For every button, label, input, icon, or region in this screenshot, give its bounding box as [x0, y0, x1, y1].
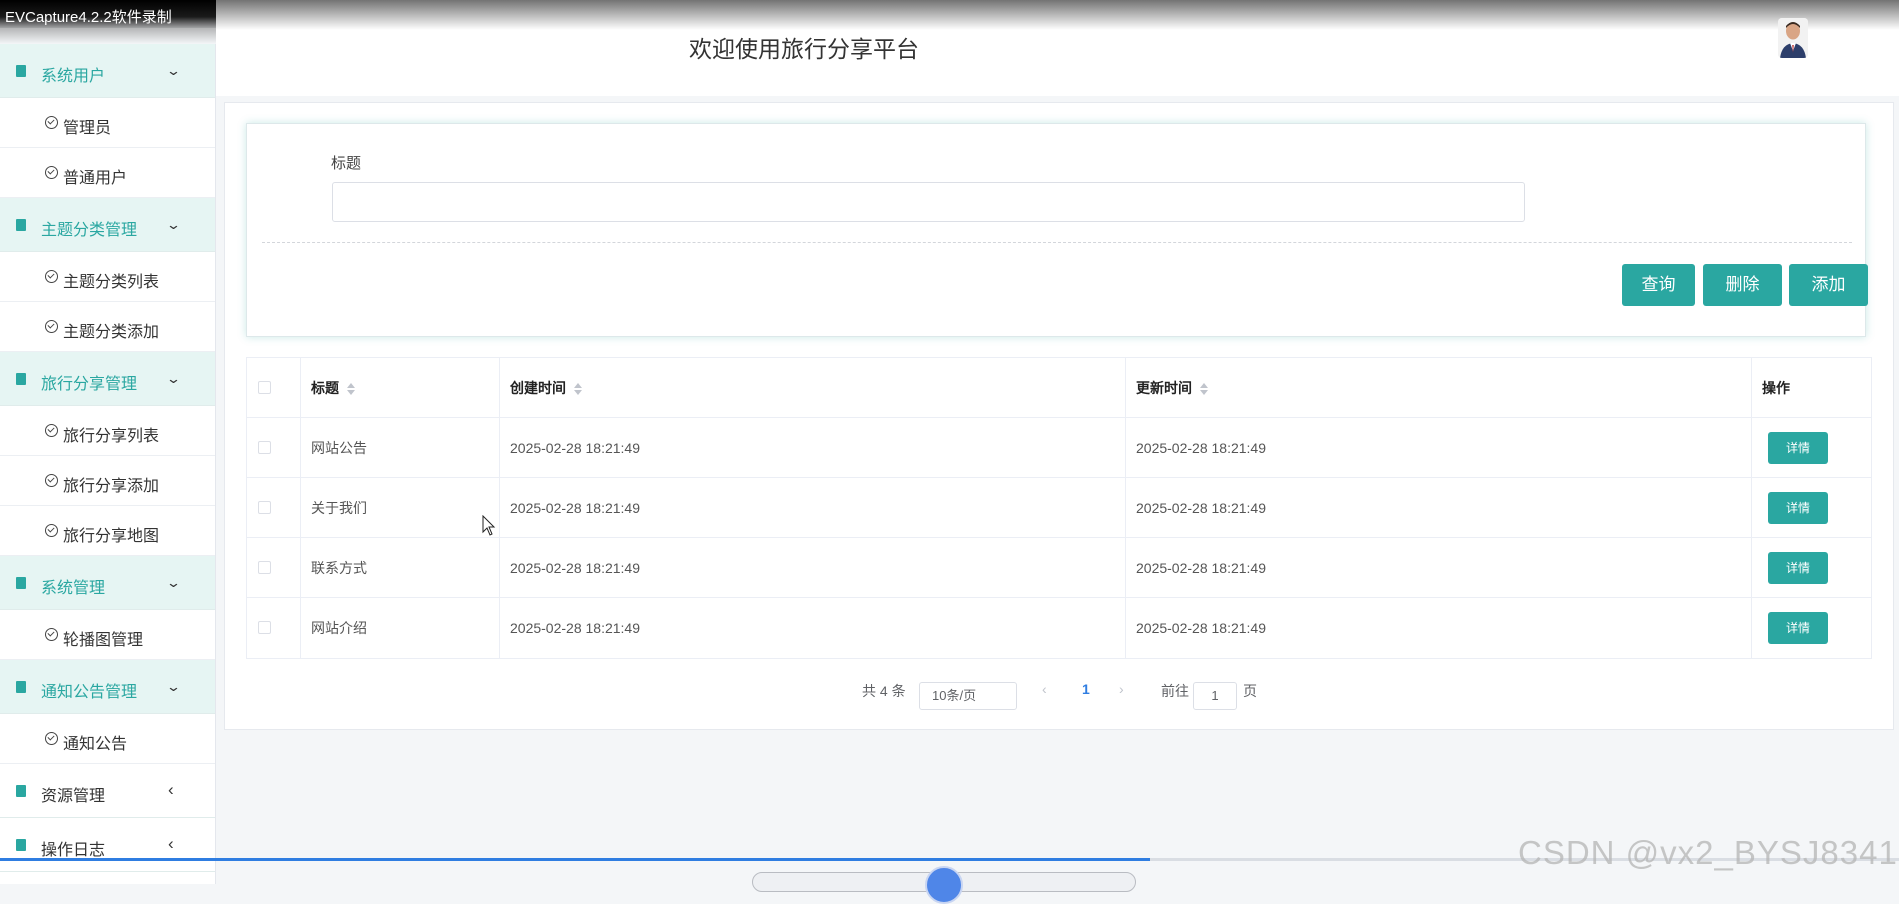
chevron-down-icon: ⌄: [165, 63, 182, 78]
column-header-updated[interactable]: 更新时间: [1126, 358, 1752, 418]
avatar[interactable]: [1778, 18, 1808, 58]
sidebar-item-share-add[interactable]: 旅行分享添加: [0, 456, 215, 506]
detail-button[interactable]: 详情: [1768, 432, 1828, 464]
sidebar-group-logs[interactable]: 操作日志 ‹: [0, 818, 215, 872]
add-button[interactable]: 添加: [1789, 264, 1868, 306]
watermark: CSDN @vx2_BYSJ8341: [1518, 834, 1898, 871]
chevron-down-icon: ⌄: [165, 371, 182, 386]
row-checkbox[interactable]: [258, 621, 271, 634]
document-icon: [16, 839, 26, 851]
sidebar-item-category-list[interactable]: 主题分类列表: [0, 252, 215, 302]
sidebar-item-notice[interactable]: 通知公告: [0, 714, 215, 764]
check-circle-icon: [45, 524, 58, 537]
recorder-title: EVCapture4.2.2软件录制: [5, 9, 172, 26]
sidebar-group-resources[interactable]: 资源管理 ‹: [0, 764, 215, 818]
row-title: 关于我们: [301, 478, 500, 538]
row-title: 网站介绍: [301, 598, 500, 658]
goto-suffix: 页: [1243, 683, 1257, 699]
check-circle-icon: [45, 166, 58, 179]
sidebar-item-users[interactable]: 普通用户: [0, 148, 215, 198]
check-circle-icon: [45, 628, 58, 641]
sidebar-item-admin[interactable]: 管理员: [0, 98, 215, 148]
sort-icon[interactable]: [347, 383, 355, 396]
title-field-label: 标题: [331, 155, 362, 172]
check-circle-icon: [45, 474, 58, 487]
row-created: 2025-02-28 18:21:49: [500, 478, 1126, 538]
chevron-down-icon: ⌄: [165, 575, 182, 590]
row-checkbox[interactable]: [258, 441, 271, 454]
page-number-current[interactable]: 1: [1082, 681, 1090, 697]
row-title: 网站公告: [301, 418, 500, 478]
prev-page-icon[interactable]: ‹: [1042, 681, 1047, 697]
sidebar-group-system-users[interactable]: 系统用户 ⌄: [0, 44, 215, 98]
sidebar-group-notice[interactable]: 通知公告管理 ⌄: [0, 660, 215, 714]
page-size-select[interactable]: 10条/页: [919, 682, 1017, 710]
detail-button[interactable]: 详情: [1768, 492, 1828, 524]
play-icon[interactable]: [925, 866, 963, 904]
sidebar-item-category-add[interactable]: 主题分类添加: [0, 302, 215, 352]
top-header: 欢迎使用旅行分享平台: [216, 0, 1899, 96]
chevron-left-icon: ‹: [168, 834, 174, 853]
row-created: 2025-02-28 18:21:49: [500, 418, 1126, 478]
row-title: 联系方式: [301, 538, 500, 598]
sort-icon[interactable]: [574, 383, 582, 396]
pagination-total: 共 4 条: [862, 683, 906, 699]
row-updated: 2025-02-28 18:21:49: [1126, 598, 1752, 658]
divider: [262, 242, 1852, 243]
table-row: 网站公告 2025-02-28 18:21:49 2025-02-28 18:2…: [247, 418, 1871, 478]
sidebar-group-travel-share[interactable]: 旅行分享管理 ⌄: [0, 352, 215, 406]
check-circle-icon: [45, 116, 58, 129]
sidebar: 系统用户 ⌄ 管理员 普通用户 主题分类管理 ⌄ 主题分类列表 主题分类添加 旅…: [0, 44, 216, 884]
table-row: 联系方式 2025-02-28 18:21:49 2025-02-28 18:2…: [247, 538, 1871, 598]
sidebar-item-share-list[interactable]: 旅行分享列表: [0, 406, 215, 456]
next-page-icon[interactable]: ›: [1119, 681, 1124, 697]
document-icon: [16, 65, 26, 77]
row-created: 2025-02-28 18:21:49: [500, 598, 1126, 658]
goto-page-input[interactable]: 1: [1193, 682, 1237, 710]
page-title: 欢迎使用旅行分享平台: [689, 36, 919, 62]
main-panel: 标题 查询 删除 添加 标题 创建时间 更新时间 操作 网站公告 2025-02…: [224, 102, 1894, 730]
check-circle-icon: [45, 732, 58, 745]
select-all-checkbox[interactable]: [258, 381, 271, 394]
row-updated: 2025-02-28 18:21:49: [1126, 538, 1752, 598]
data-table: 标题 创建时间 更新时间 操作 网站公告 2025-02-28 18:21:49…: [246, 357, 1872, 659]
row-created: 2025-02-28 18:21:49: [500, 538, 1126, 598]
column-header-created[interactable]: 创建时间: [500, 358, 1126, 418]
document-icon: [16, 373, 26, 385]
column-header-title[interactable]: 标题: [301, 358, 500, 418]
check-circle-icon: [45, 424, 58, 437]
table-row: 网站介绍 2025-02-28 18:21:49 2025-02-28 18:2…: [247, 598, 1871, 658]
row-checkbox[interactable]: [258, 561, 271, 574]
goto-label: 前往: [1161, 683, 1189, 699]
row-updated: 2025-02-28 18:21:49: [1126, 478, 1752, 538]
column-header-action: 操作: [1762, 380, 1790, 396]
detail-button[interactable]: 详情: [1768, 552, 1828, 584]
chevron-left-icon: ‹: [168, 780, 174, 799]
sidebar-group-topic-category[interactable]: 主题分类管理 ⌄: [0, 198, 215, 252]
row-checkbox[interactable]: [258, 501, 271, 514]
mouse-cursor-icon: [482, 515, 496, 536]
detail-button[interactable]: 详情: [1768, 612, 1828, 644]
title-search-input[interactable]: [332, 182, 1525, 222]
sidebar-item-carousel[interactable]: 轮播图管理: [0, 610, 215, 660]
sort-icon[interactable]: [1200, 383, 1208, 396]
search-form: 标题 查询 删除 添加: [246, 123, 1868, 337]
chevron-down-icon: ⌄: [165, 217, 182, 232]
delete-button[interactable]: 删除: [1703, 264, 1782, 306]
chevron-down-icon: ⌄: [165, 679, 182, 694]
document-icon: [16, 577, 26, 589]
row-updated: 2025-02-28 18:21:49: [1126, 418, 1752, 478]
check-circle-icon: [45, 270, 58, 283]
query-button[interactable]: 查询: [1622, 264, 1695, 306]
sidebar-item-share-map[interactable]: 旅行分享地图: [0, 506, 215, 556]
check-circle-icon: [45, 320, 58, 333]
document-icon: [16, 219, 26, 231]
sidebar-group-system-admin[interactable]: 系统管理 ⌄: [0, 556, 215, 610]
document-icon: [16, 681, 26, 693]
table-header-row: 标题 创建时间 更新时间 操作: [247, 358, 1871, 418]
document-icon: [16, 785, 26, 797]
